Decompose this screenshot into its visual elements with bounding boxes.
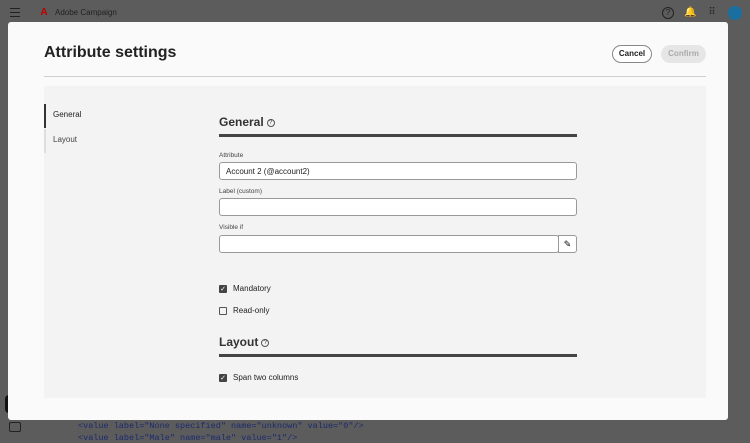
app-name: Adobe Campaign <box>55 8 117 17</box>
adobe-logo-icon: A <box>40 7 48 18</box>
notification-bell-icon[interactable]: 🔔 <box>684 7 696 19</box>
visible-if-label: Visible if <box>219 224 244 231</box>
readonly-label: Read-only <box>233 306 270 315</box>
layout-heading-text: Layout <box>219 335 259 349</box>
code-line: <value label="None specified" name="unkn… <box>78 421 364 431</box>
checkbox-empty <box>219 306 227 315</box>
label-custom-label: Label (custom) <box>219 188 262 195</box>
nav-icon[interactable] <box>9 422 21 432</box>
nav-general[interactable]: General <box>44 104 204 128</box>
mandatory-checkbox[interactable]: ✓ Mandatory <box>219 284 271 293</box>
dialog-title: Attribute settings <box>44 44 177 61</box>
general-heading-text: General <box>219 115 264 129</box>
span-two-columns-label: Span two columns <box>233 373 299 382</box>
divider <box>44 76 706 77</box>
attribute-settings-dialog: Attribute settings Cancel Confirm Genera… <box>8 22 728 420</box>
user-avatar[interactable] <box>728 6 742 20</box>
nav-layout[interactable]: Layout <box>44 129 204 153</box>
checkmark-icon: ✓ <box>219 373 227 382</box>
apps-grid-icon[interactable]: ⠿ <box>706 7 718 19</box>
section-rule <box>219 354 577 357</box>
label-custom-input[interactable] <box>219 198 577 216</box>
attribute-input[interactable] <box>219 162 577 180</box>
edit-expression-icon[interactable]: ✎ <box>558 235 577 253</box>
mandatory-label: Mandatory <box>233 284 271 293</box>
general-heading: General? <box>219 115 275 129</box>
checkmark-icon: ✓ <box>219 284 227 293</box>
span-two-columns-checkbox[interactable]: ✓ Span two columns <box>219 373 298 382</box>
code-line: <value label="Male" name="male" value="1… <box>78 433 298 443</box>
settings-panel: General Layout General? Attribute Label … <box>44 86 706 398</box>
help-icon[interactable]: ? <box>261 338 270 347</box>
attribute-label: Attribute <box>219 152 244 159</box>
cancel-button[interactable]: Cancel <box>612 45 652 63</box>
section-rule <box>219 134 577 137</box>
menu-icon[interactable] <box>10 8 20 17</box>
help-icon[interactable]: ? <box>266 118 275 127</box>
help-icon[interactable]: ? <box>662 7 674 19</box>
readonly-checkbox[interactable]: Read-only <box>219 306 269 315</box>
layout-heading: Layout? <box>219 335 270 349</box>
visible-if-input[interactable] <box>219 235 559 253</box>
confirm-button[interactable]: Confirm <box>661 45 706 63</box>
